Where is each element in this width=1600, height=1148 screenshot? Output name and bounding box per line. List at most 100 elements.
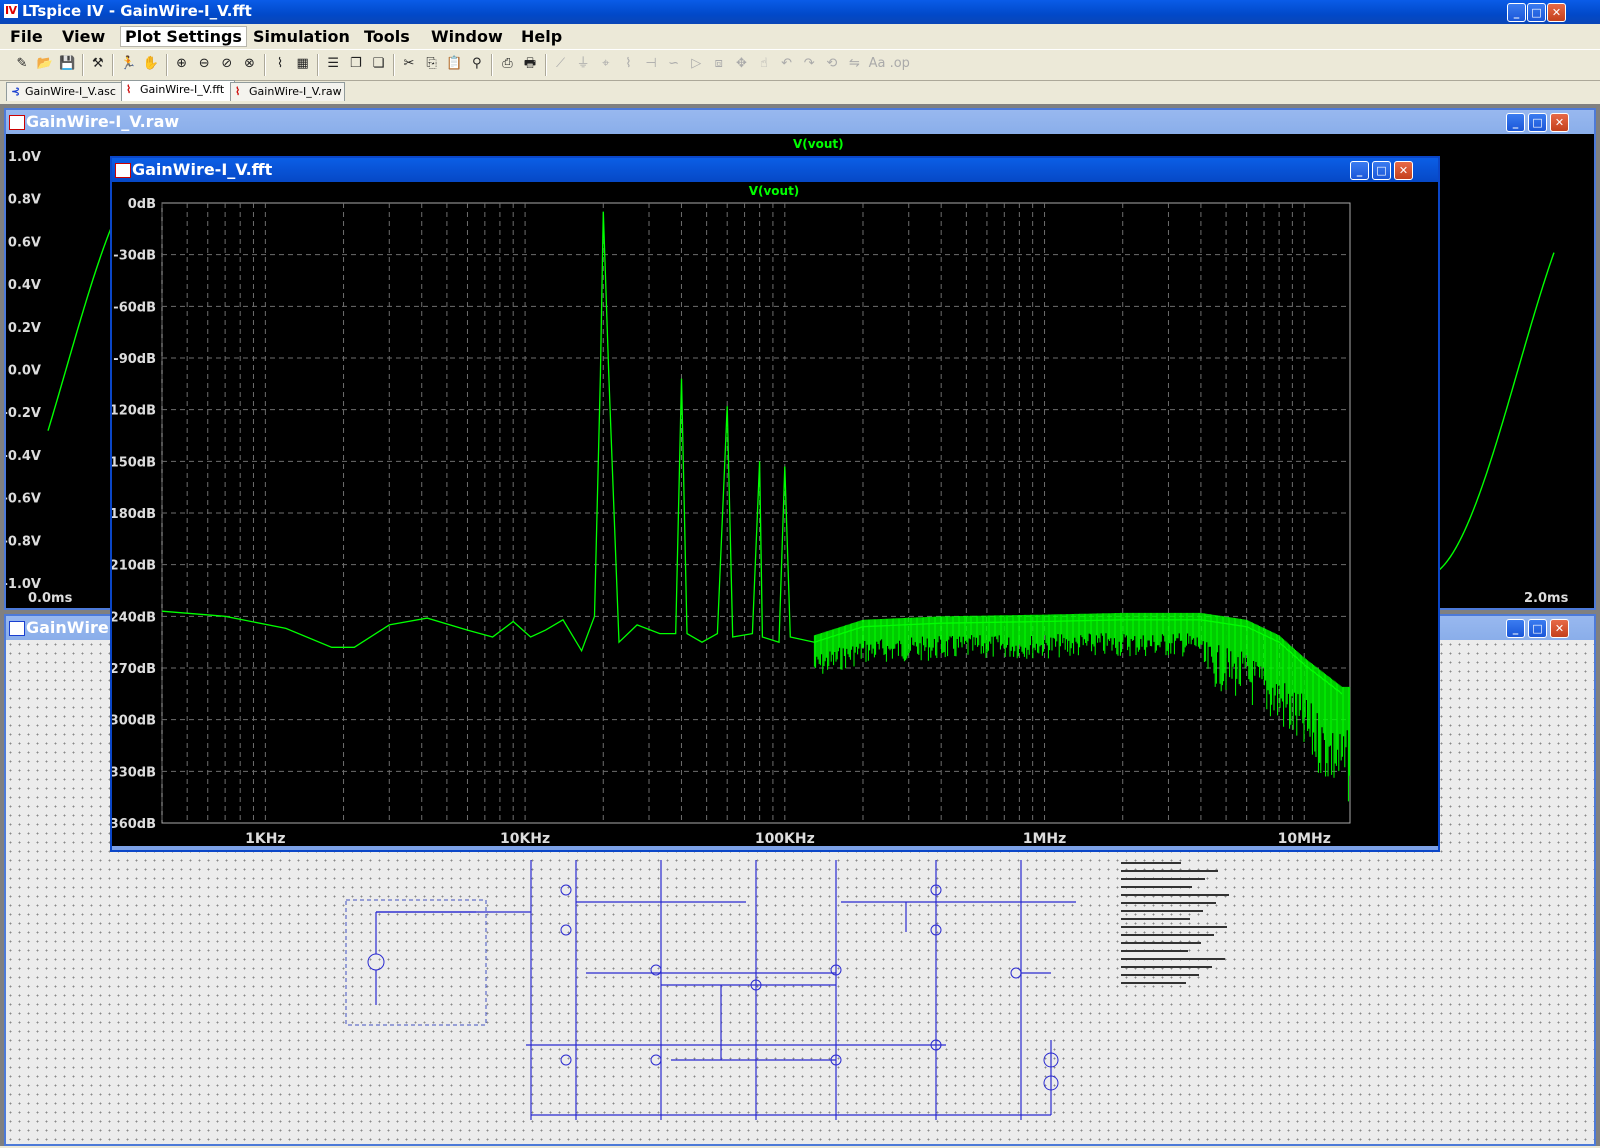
ground-icon[interactable]: ⏚ xyxy=(573,54,593,74)
run-icon[interactable]: 🏃 xyxy=(118,54,138,74)
ltspice-logo-icon[interactable]: Ⅳ xyxy=(4,4,18,18)
copy-icon[interactable]: ⎘ xyxy=(422,54,442,74)
find-icon[interactable]: ⚲ xyxy=(467,54,487,74)
schematic-icon: ⊰ xyxy=(11,85,21,98)
redo-icon[interactable]: ↷ xyxy=(799,54,819,74)
minimize-button[interactable]: _ xyxy=(1507,3,1526,22)
raw-minimize-button[interactable]: _ xyxy=(1506,113,1525,132)
fft-x-tick-label: 1MHz xyxy=(1023,831,1067,846)
spice-directive-line xyxy=(1121,886,1192,888)
drag-icon[interactable]: ☝ xyxy=(754,54,774,74)
tab-asc[interactable]: ⊰ GainWire-I_V.asc xyxy=(6,82,126,101)
paste-icon[interactable]: 📋 xyxy=(444,54,464,74)
fft-chart: V(vout) 0dB -30dB -60dB -90dB -120dB -150dB -1… xyxy=(104,184,1351,847)
label-icon[interactable]: ⌖ xyxy=(596,54,616,74)
raw-y-tick-label: -1.0V xyxy=(6,577,41,592)
maximize-button[interactable]: □ xyxy=(1527,3,1546,22)
mdi-workspace: GainWire-I_V.raw _ □ ✕ V(vout) 0.0ms 2.0… xyxy=(0,104,1600,1146)
tile-icon[interactable]: ☰ xyxy=(323,54,343,74)
spice-directive-line xyxy=(1121,934,1214,936)
spice-directive-line xyxy=(1121,974,1199,976)
toolbar-separator xyxy=(544,54,547,76)
fft-x-tick-label: 10KHz xyxy=(500,831,550,846)
spice-directive-icon[interactable]: .op xyxy=(890,54,910,74)
schematic-minimize-button[interactable]: _ xyxy=(1506,619,1525,638)
schematic-close-button[interactable]: ✕ xyxy=(1550,619,1569,638)
raw-y-tick-label: 1.0V xyxy=(8,150,41,165)
toolbar-separator xyxy=(317,54,320,76)
save-icon[interactable]: 💾 xyxy=(57,54,77,74)
open-icon[interactable]: 📂 xyxy=(35,54,55,74)
halt-icon[interactable]: ✋ xyxy=(141,54,161,74)
tab-fft[interactable]: ⌇ GainWire-I_V.fft xyxy=(121,80,235,101)
rotate-icon[interactable]: ⟲ xyxy=(822,54,842,74)
mirror-icon[interactable]: ⇋ xyxy=(844,54,864,74)
cut-icon[interactable]: ✂ xyxy=(399,54,419,74)
component-icon[interactable]: ⧈ xyxy=(709,54,729,74)
raw-window-title-bar[interactable]: GainWire-I_V.raw _ □ ✕ xyxy=(6,110,1594,134)
schematic-maximize-button[interactable]: □ xyxy=(1528,619,1547,638)
transistor-symbol xyxy=(560,884,572,896)
fft-minimize-button[interactable]: _ xyxy=(1350,161,1369,180)
undo-icon[interactable]: ↶ xyxy=(777,54,797,74)
transistor-symbol xyxy=(650,1054,662,1066)
menu-help[interactable]: Help xyxy=(521,27,562,46)
print-icon[interactable]: 🖶 xyxy=(520,54,540,74)
fft-x-tick-label: 10MHz xyxy=(1278,831,1331,846)
raw-x-end-label: 2.0ms xyxy=(1524,591,1569,606)
tab-fft-label: GainWire-I_V.fft xyxy=(140,83,225,96)
print-setup-icon[interactable]: ⎙ xyxy=(497,54,517,74)
raw-maximize-button[interactable]: □ xyxy=(1528,113,1547,132)
fft-close-button[interactable]: ✕ xyxy=(1394,161,1413,180)
zoom-back-icon[interactable]: ⊘ xyxy=(217,54,237,74)
menu-window[interactable]: Window xyxy=(431,27,503,46)
fft-trace-label[interactable]: V(vout) xyxy=(749,184,800,198)
fft-y-tick-label: -180dB xyxy=(112,507,156,522)
menu-plot-settings[interactable]: Plot Settings xyxy=(120,26,247,47)
fft-y-tick-label: -90dB xyxy=(113,352,156,367)
spice-directive-line xyxy=(1121,910,1203,912)
menu-file[interactable]: File xyxy=(10,27,43,46)
spice-directive-line xyxy=(1121,950,1188,952)
raw-trace-label[interactable]: V(vout) xyxy=(793,137,844,151)
tab-raw[interactable]: ⌇ GainWire-I_V.raw xyxy=(230,82,345,101)
waveform-icon: ⌇ xyxy=(126,83,132,96)
autorange-icon[interactable]: ⌇ xyxy=(270,54,290,74)
zoom-out-icon[interactable]: ⊖ xyxy=(194,54,214,74)
stack-icon[interactable]: ❏ xyxy=(368,54,388,74)
menu-simulation[interactable]: Simulation xyxy=(253,27,350,46)
transistor-symbol xyxy=(560,924,572,936)
fft-plot-area[interactable]: V(vout) 0dB -30dB -60dB -90dB -120dB -150dB -1… xyxy=(104,182,1438,847)
schematic-window-title: GainWire xyxy=(26,618,109,637)
raw-y-tick-label: 0.4V xyxy=(8,278,41,293)
menu-view[interactable]: View xyxy=(62,27,105,46)
app-title-bar: Ⅳ LTspice IV - GainWire-I_V.fft _ □ ✕ xyxy=(0,0,1600,24)
fft-maximize-button[interactable]: □ xyxy=(1372,161,1391,180)
close-button[interactable]: ✕ xyxy=(1547,3,1566,22)
toolbar-separator xyxy=(81,54,84,76)
inductor-icon[interactable]: ∽ xyxy=(664,54,684,74)
resistor-icon[interactable]: ⌇ xyxy=(618,54,638,74)
capacitor-icon[interactable]: ⊣ xyxy=(641,54,661,74)
fft-y-tick-label: -300dB xyxy=(112,714,156,729)
fft-y-tick-label: -150dB xyxy=(112,455,156,470)
diode-icon[interactable]: ▷ xyxy=(686,54,706,74)
zoom-fit-icon[interactable]: ⊗ xyxy=(239,54,259,74)
tab-asc-label: GainWire-I_V.asc xyxy=(25,85,116,98)
menu-tools[interactable]: Tools xyxy=(364,27,410,46)
fft-window-title-bar[interactable]: GainWire-I_V.fft _ □ ✕ xyxy=(112,158,1438,182)
raw-close-button[interactable]: ✕ xyxy=(1550,113,1569,132)
raw-y-tick-label: 0.6V xyxy=(8,235,41,250)
zoom-in-icon[interactable]: ⊕ xyxy=(172,54,192,74)
text-icon[interactable]: Aa xyxy=(867,54,887,74)
fft-y-tick-label: -270dB xyxy=(112,662,156,677)
cascade-icon[interactable]: ❐ xyxy=(346,54,366,74)
fft-plot-window[interactable]: GainWire-I_V.fft _ □ ✕ V(vout) 0dB -30dB -… xyxy=(104,156,1440,852)
move-icon[interactable]: ✥ xyxy=(731,54,751,74)
add-plot-icon[interactable]: ▦ xyxy=(293,54,313,74)
control-panel-icon[interactable]: ⚒ xyxy=(88,54,108,74)
spice-directive-line xyxy=(1121,870,1218,872)
wire-icon[interactable]: ⟋ xyxy=(551,54,571,74)
spice-directive-line xyxy=(1121,942,1201,944)
new-schematic-icon[interactable]: ✎ xyxy=(12,54,32,74)
